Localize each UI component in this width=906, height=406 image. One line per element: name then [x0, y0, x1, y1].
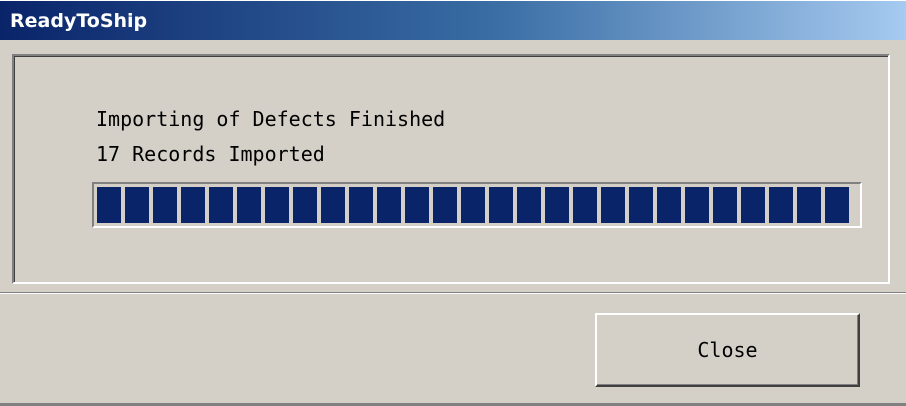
status-message: Importing of Defects Finished	[96, 107, 446, 131]
progress-segment	[545, 187, 569, 223]
title-bar[interactable]: ReadyToShip	[0, 0, 906, 40]
progress-segment	[825, 187, 849, 223]
progress-segment	[769, 187, 793, 223]
progress-segment	[97, 187, 121, 223]
progress-segment	[405, 187, 429, 223]
progress-segment	[629, 187, 653, 223]
progress-segment	[181, 187, 205, 223]
progress-segment	[321, 187, 345, 223]
import-dialog: ReadyToShip Importing of Defects Finishe…	[0, 0, 906, 406]
progress-segment	[601, 187, 625, 223]
progress-segment	[797, 187, 821, 223]
progress-segment	[125, 187, 149, 223]
divider	[0, 292, 906, 294]
progress-segment	[657, 187, 681, 223]
progress-segment	[293, 187, 317, 223]
close-button-label: Close	[697, 338, 758, 362]
progress-bar	[92, 182, 862, 228]
progress-segment	[573, 187, 597, 223]
message-panel: Importing of Defects Finished 17 Records…	[12, 54, 890, 284]
progress-segment	[685, 187, 709, 223]
progress-segment	[153, 187, 177, 223]
window-title: ReadyToShip	[10, 9, 148, 32]
progress-segment	[265, 187, 289, 223]
progress-segment	[433, 187, 457, 223]
progress-segment	[741, 187, 765, 223]
progress-segment	[713, 187, 737, 223]
progress-segment	[377, 187, 401, 223]
progress-segment	[209, 187, 233, 223]
progress-segment	[461, 187, 485, 223]
progress-segment	[237, 187, 261, 223]
records-count-message: 17 Records Imported	[96, 142, 325, 166]
progress-segment	[517, 187, 541, 223]
progress-segment	[349, 187, 373, 223]
close-button[interactable]: Close	[595, 313, 860, 387]
progress-segment	[489, 187, 513, 223]
progress-bar-track	[97, 187, 857, 223]
